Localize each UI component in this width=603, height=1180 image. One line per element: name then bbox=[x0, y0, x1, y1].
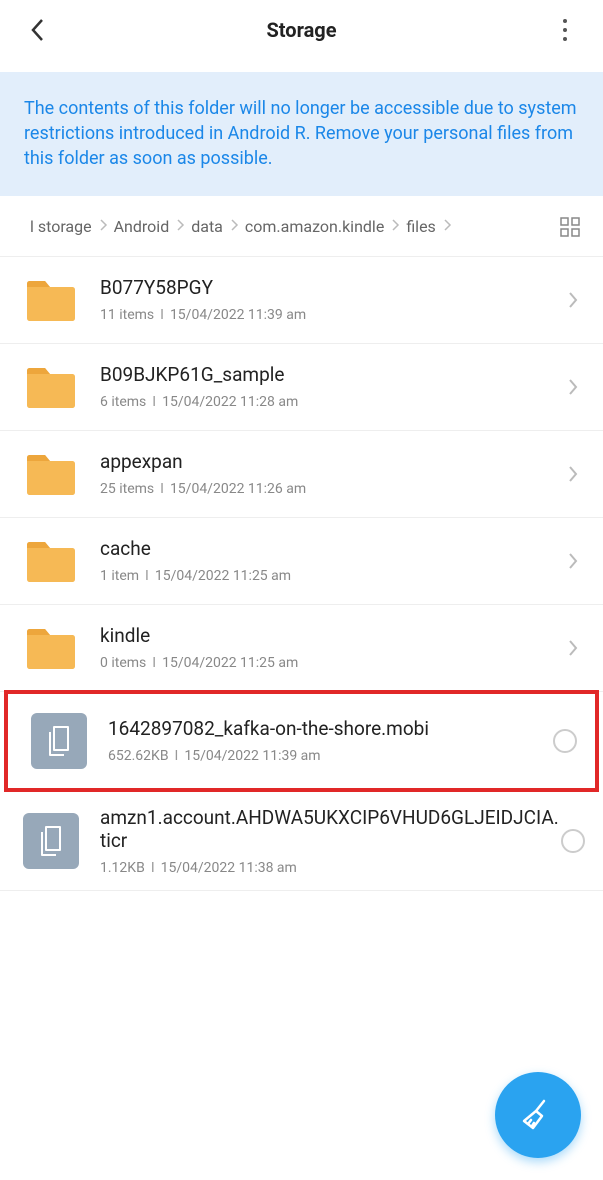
entry-meta: 1 itemI15/04/2022 11:25 am bbox=[100, 568, 561, 584]
clean-fab[interactable] bbox=[495, 1072, 581, 1158]
folder-row[interactable]: kindle 0 itemsI15/04/2022 11:25 am bbox=[0, 605, 603, 692]
chevron-right-icon bbox=[98, 218, 108, 232]
folder-icon bbox=[22, 445, 80, 503]
breadcrumb-item[interactable]: com.amazon.kindle bbox=[245, 217, 384, 236]
folder-row[interactable]: appexpan 25 itemsI15/04/2022 11:26 am bbox=[0, 431, 603, 518]
app-header: Storage bbox=[0, 0, 603, 60]
chevron-right-icon bbox=[561, 290, 585, 310]
chevron-right-icon bbox=[175, 218, 185, 232]
entry-meta: 1.12KBI15/04/2022 11:38 am bbox=[100, 860, 561, 876]
row-content: appexpan 25 itemsI15/04/2022 11:26 am bbox=[100, 450, 561, 497]
entry-name: amzn1.account.AHDWA5UKXCIP6VHUD6GLJEIDJC… bbox=[100, 806, 561, 852]
row-content: 1642897082_kafka-on-the-shore.mobi 652.62… bbox=[108, 717, 553, 764]
file-row[interactable]: amzn1.account.AHDWA5UKXCIP6VHUD6GLJEIDJC… bbox=[0, 792, 603, 891]
chevron-right-icon bbox=[229, 218, 239, 232]
chevron-right-icon bbox=[561, 377, 585, 397]
folder-icon bbox=[22, 358, 80, 416]
row-content: kindle 0 itemsI15/04/2022 11:25 am bbox=[100, 624, 561, 671]
chevron-right-icon bbox=[442, 218, 452, 232]
breadcrumb-item[interactable]: Android bbox=[114, 217, 170, 236]
file-list: B077Y58PGY11 itemsI15/04/2022 11:39 amB0… bbox=[0, 256, 603, 891]
entry-meta: 6 itemsI15/04/2022 11:28 am bbox=[100, 394, 561, 410]
breadcrumb-item[interactable]: files bbox=[406, 217, 436, 236]
chevron-right-icon bbox=[390, 218, 400, 232]
page-title: Storage bbox=[266, 18, 336, 42]
entry-meta: 11 itemsI15/04/2022 11:39 am bbox=[100, 307, 561, 323]
select-checkbox[interactable] bbox=[561, 829, 585, 853]
folder-row[interactable]: cache 1 itemI15/04/2022 11:25 am bbox=[0, 518, 603, 605]
warning-banner-text: The contents of this folder will no long… bbox=[24, 96, 583, 172]
broom-icon bbox=[518, 1095, 558, 1135]
breadcrumb-item[interactable]: l storage bbox=[30, 217, 92, 236]
row-content: amzn1.account.AHDWA5UKXCIP6VHUD6GLJEIDJC… bbox=[100, 806, 561, 876]
select-checkbox[interactable] bbox=[553, 729, 577, 753]
entry-name: 1642897082_kafka-on-the-shore.mobi bbox=[108, 717, 553, 740]
file-icon bbox=[30, 712, 88, 770]
folder-icon bbox=[22, 619, 80, 677]
grid-view-toggle[interactable] bbox=[559, 216, 581, 238]
grid-icon bbox=[559, 216, 581, 238]
chevron-right-icon bbox=[561, 464, 585, 484]
folder-icon bbox=[22, 532, 80, 590]
warning-banner: The contents of this folder will no long… bbox=[0, 72, 603, 196]
more-menu-button[interactable] bbox=[545, 10, 585, 50]
more-vertical-icon bbox=[563, 17, 567, 44]
chevron-right-icon bbox=[561, 551, 585, 571]
row-content: B09BJKP61G_sample 6 itemsI15/04/2022 11:2… bbox=[100, 363, 561, 410]
entry-name: cache bbox=[100, 537, 561, 560]
entry-name: kindle bbox=[100, 624, 561, 647]
breadcrumb: l storage Android data com.amazon.kindle fil… bbox=[0, 196, 603, 256]
file-row[interactable]: 1642897082_kafka-on-the-shore.mobi 652.62… bbox=[4, 690, 599, 792]
entry-meta: 25 itemsI15/04/2022 11:26 am bbox=[100, 481, 561, 497]
entry-name: B077Y58PGY bbox=[100, 276, 561, 299]
chevron-left-icon bbox=[28, 17, 48, 43]
breadcrumb-item[interactable]: data bbox=[191, 217, 223, 236]
chevron-right-icon bbox=[561, 638, 585, 658]
folder-row[interactable]: B09BJKP61G_sample 6 itemsI15/04/2022 11:2… bbox=[0, 344, 603, 431]
entry-meta: 0 itemsI15/04/2022 11:25 am bbox=[100, 655, 561, 671]
entry-meta: 652.62KBI15/04/2022 11:39 am bbox=[108, 748, 553, 764]
row-content: B077Y58PGY 11 itemsI15/04/2022 11:39 am bbox=[100, 276, 561, 323]
entry-name: B09BJKP61G_sample bbox=[100, 363, 561, 386]
back-button[interactable] bbox=[18, 10, 58, 50]
row-content: cache 1 itemI15/04/2022 11:25 am bbox=[100, 537, 561, 584]
folder-icon bbox=[22, 271, 80, 329]
entry-name: appexpan bbox=[100, 450, 561, 473]
file-icon bbox=[22, 812, 80, 870]
folder-row[interactable]: B077Y58PGY 11 itemsI15/04/2022 11:39 am bbox=[0, 257, 603, 344]
